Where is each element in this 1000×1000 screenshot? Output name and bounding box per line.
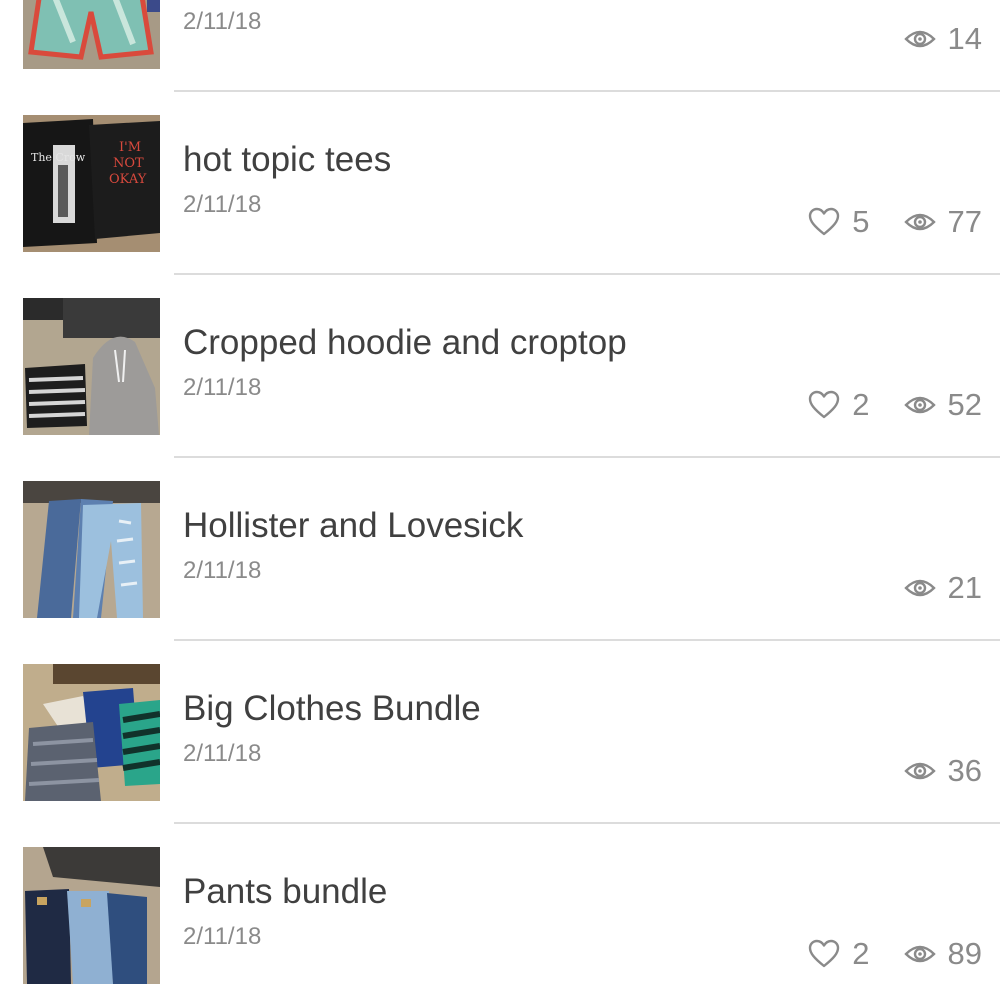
listing-row[interactable]: Cropped hoodie and croptop 2/11/18 2 52 (0, 275, 1000, 458)
views-stat: 77 (903, 204, 982, 240)
svg-text:NOT: NOT (113, 156, 144, 171)
listing-stats: 5 77 (774, 204, 982, 240)
listing-title: hot topic tees (183, 140, 392, 179)
pants-icon (23, 847, 160, 984)
listing-stats: 21 (870, 570, 982, 606)
listing-photo[interactable] (23, 481, 160, 618)
views-stat: 36 (903, 753, 982, 789)
eye-icon (903, 396, 936, 414)
listing-photo[interactable] (23, 298, 160, 435)
listing-date: 2/11/18 (183, 191, 262, 218)
eye-icon (903, 945, 936, 963)
tees-icon: The Crow I'M NOT OKAY (23, 115, 160, 252)
listing-photo[interactable]: The Crow I'M NOT OKAY (23, 115, 160, 252)
heart-icon (809, 939, 840, 968)
eye-icon (903, 213, 936, 231)
views-count: 89 (947, 936, 982, 971)
svg-text:I'M: I'M (119, 140, 141, 155)
likes-stat[interactable]: 2 (808, 387, 870, 423)
listing-list: 2/11/18 14 The Crow I'M NOT OKAY hot top… (0, 0, 1000, 1000)
jeans-icon (23, 481, 160, 618)
views-stat: 52 (903, 387, 982, 423)
likes-count: 2 (852, 936, 870, 971)
heart-icon (809, 390, 840, 419)
listing-title: Hollister and Lovesick (183, 506, 524, 545)
views-count: 21 (947, 570, 982, 605)
listing-stats: 36 (870, 753, 982, 789)
listing-row[interactable]: Pants bundle 2/11/18 2 89 (0, 824, 1000, 1000)
listing-row[interactable]: 2/11/18 14 (0, 0, 1000, 92)
listing-row[interactable]: The Crow I'M NOT OKAY hot topic tees 2/1… (0, 92, 1000, 275)
listing-photo[interactable] (23, 0, 160, 69)
listing-stats: 2 89 (774, 936, 982, 972)
likes-count: 2 (852, 387, 870, 422)
hoodie-icon (23, 298, 160, 435)
views-stat: 21 (903, 570, 982, 606)
eye-icon (903, 30, 936, 48)
views-count: 14 (947, 21, 982, 56)
listing-date: 2/11/18 (183, 374, 262, 401)
views-count: 52 (947, 387, 982, 422)
listing-photo[interactable] (23, 664, 160, 801)
listing-stats: 2 52 (774, 387, 982, 423)
listing-stats: 14 (870, 21, 982, 57)
views-count: 77 (947, 204, 982, 239)
listing-title: Pants bundle (183, 872, 388, 911)
listing-title: Big Clothes Bundle (183, 689, 481, 728)
listing-row[interactable]: Hollister and Lovesick 2/11/18 21 (0, 458, 1000, 641)
svg-text:OKAY: OKAY (109, 172, 147, 187)
views-stat: 14 (903, 21, 982, 57)
listing-photo[interactable] (23, 847, 160, 984)
listing-date: 2/11/18 (183, 740, 262, 767)
listing-date: 2/11/18 (183, 8, 262, 35)
eye-icon (903, 762, 936, 780)
listing-date: 2/11/18 (183, 557, 262, 584)
likes-stat[interactable]: 5 (808, 204, 870, 240)
likes-count: 5 (852, 204, 870, 239)
heart-icon (809, 207, 840, 236)
listing-row[interactable]: Big Clothes Bundle 2/11/18 36 (0, 641, 1000, 824)
shorts-icon (23, 0, 160, 69)
listing-date: 2/11/18 (183, 923, 262, 950)
views-stat: 89 (903, 936, 982, 972)
likes-stat[interactable]: 2 (808, 936, 870, 972)
svg-text:The Crow: The Crow (31, 151, 86, 164)
listing-title: Cropped hoodie and croptop (183, 323, 627, 362)
clothes-bundle-icon (23, 664, 160, 801)
views-count: 36 (947, 753, 982, 788)
eye-icon (903, 579, 936, 597)
